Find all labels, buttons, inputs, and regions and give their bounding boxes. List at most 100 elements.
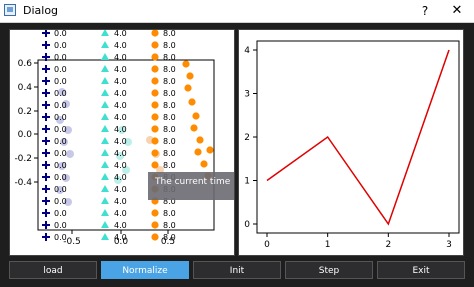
scatter-point [186, 72, 194, 80]
x-tick-label: 0 [264, 240, 270, 250]
marker-label: 4.0 [114, 221, 127, 230]
marker-label: 0.0 [54, 41, 67, 50]
close-button[interactable]: ✕ [444, 2, 470, 20]
triangle-marker [101, 77, 109, 84]
series-line [266, 49, 450, 226]
marker-label: 0.0 [54, 209, 67, 218]
scatter-point [194, 148, 202, 156]
marker-label: 4.0 [114, 161, 127, 170]
marker-label: 0.0 [54, 149, 67, 158]
circle-marker [151, 30, 159, 37]
marker-label: 8.0 [163, 89, 176, 98]
exit-button[interactable]: Exit [377, 261, 465, 279]
marker-label: 0.0 [54, 197, 67, 206]
marker-label: 0.0 [54, 161, 67, 170]
circle-marker [151, 53, 159, 61]
init-button[interactable]: Init [193, 261, 281, 279]
y-tick-label: 4 [244, 46, 250, 56]
x-tick-label: 2 [385, 240, 391, 250]
triangle-marker [101, 173, 109, 180]
plus-marker [42, 65, 50, 73]
circle-marker [151, 113, 159, 121]
triangle-marker [101, 185, 109, 192]
circle-marker [151, 149, 159, 157]
scatter-point [190, 124, 198, 132]
marker-label: 4.0 [114, 173, 127, 182]
marker-label: 8.0 [163, 209, 176, 218]
marker-label: 8.0 [163, 30, 176, 38]
plus-marker [42, 173, 50, 181]
y-tick-label: 0 [244, 220, 250, 230]
load-button[interactable]: load [9, 261, 97, 279]
plus-marker [42, 233, 50, 241]
y-tick-label: 3 [244, 90, 250, 100]
marker-label: 4.0 [114, 30, 127, 38]
help-button[interactable]: ? [412, 2, 438, 20]
left-plot-panel: 0.6 0.4 0.2 0.0 -0.2 -0.4 -0.5 0.0 0.5 0.0 4.0 8.0 0… [9, 29, 235, 256]
marker-label: 0.0 [54, 77, 67, 86]
marker-label: 4.0 [114, 185, 127, 194]
circle-marker [151, 209, 159, 217]
circle-marker [151, 161, 159, 169]
marker-label: 4.0 [114, 137, 127, 146]
triangle-marker [101, 161, 109, 168]
y-tick-label: 0.4 [18, 83, 33, 93]
normalize-button[interactable]: Normalize [101, 261, 189, 279]
marker-label: 4.0 [114, 197, 127, 206]
marker-label: 4.0 [114, 149, 127, 158]
step-button[interactable]: Step [285, 261, 373, 279]
plus-marker [42, 185, 50, 193]
scatter-plot: 0.60.40.20.0-0.2-0.4-0.5 0.0 0.50.0 4.0 8.00… [14, 30, 215, 247]
triangle-marker [101, 101, 109, 108]
marker-label: 8.0 [163, 149, 176, 158]
marker-label: 4.0 [114, 209, 127, 218]
circle-marker [151, 101, 159, 109]
plus-marker [42, 101, 50, 109]
scatter-point [184, 84, 192, 92]
marker-label: 0.0 [54, 125, 67, 134]
scatter-point-faint [66, 150, 74, 158]
scatter-point [200, 160, 208, 168]
x-tick-label: 3 [446, 240, 452, 250]
marker-label: 8.0 [163, 125, 176, 134]
marker-label: 0.0 [54, 173, 67, 182]
marker-label: 8.0 [163, 41, 176, 50]
triangle-marker [101, 149, 109, 156]
plus-marker [42, 41, 50, 49]
plus-marker [42, 209, 50, 217]
circle-marker [151, 89, 159, 97]
scatter-point [188, 98, 196, 106]
y-tick-label: 0.0 [18, 130, 33, 140]
circle-marker [151, 77, 159, 85]
marker-label: 0.0 [54, 185, 67, 194]
marker-label: 8.0 [163, 233, 176, 242]
y-tick-label: -0.4 [14, 178, 32, 188]
marker-label: 0.0 [54, 233, 67, 242]
line-chart: 0 1 2 3 4 0 1 2 3 [244, 40, 460, 250]
triangle-marker [101, 233, 109, 240]
plus-marker [42, 221, 50, 229]
circle-marker [151, 221, 159, 229]
marker-label: 8.0 [163, 77, 176, 86]
circle-marker [151, 41, 159, 49]
plot-frame [256, 40, 460, 234]
triangle-marker [101, 113, 109, 120]
marker-label: 4.0 [114, 113, 127, 122]
title-bar: Dialog ? ✕ [0, 0, 474, 23]
y-tick-label: 0.6 [18, 59, 33, 69]
marker-label: 4.0 [114, 65, 127, 74]
triangle-marker [101, 137, 109, 144]
marker-label: 4.0 [114, 89, 127, 98]
triangle-marker [101, 89, 109, 96]
triangle-marker [101, 197, 109, 204]
triangle-marker [101, 65, 109, 72]
circle-marker [151, 233, 159, 241]
button-bar: load Normalize Init Step Exit [0, 259, 474, 283]
triangle-marker [101, 125, 109, 132]
plus-marker [42, 161, 50, 169]
scatter-point [196, 136, 204, 144]
marker-label: 4.0 [114, 233, 127, 242]
marker-label: 4.0 [114, 125, 127, 134]
circle-marker [151, 137, 159, 145]
plus-marker [42, 197, 50, 205]
